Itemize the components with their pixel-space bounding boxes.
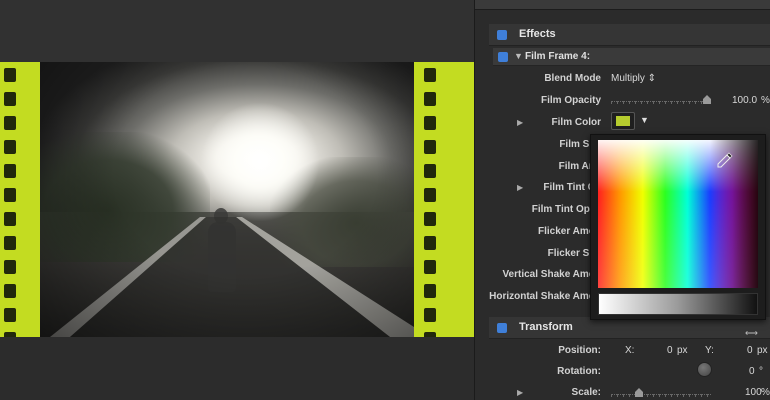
color-picker-popup[interactable] <box>590 134 766 320</box>
film-strip-right <box>414 62 474 337</box>
film-opacity-slider[interactable] <box>611 94 711 104</box>
eyedropper-icon[interactable] <box>716 151 734 169</box>
film-strip-hole <box>424 116 436 130</box>
transform-checkbox-icon[interactable] <box>497 323 507 333</box>
film-opacity-value[interactable]: 100.0 <box>732 95 757 106</box>
video-viewer[interactable] <box>0 0 474 400</box>
color-dropdown-arrow-icon[interactable]: ▼ <box>640 115 649 125</box>
film-opacity-label: Film Opacity <box>540 95 601 106</box>
film-frame-checkbox-icon[interactable] <box>498 52 508 62</box>
blend-mode-select[interactable]: Multiply ⇕ <box>611 73 656 84</box>
position-y-label: Y: <box>705 345 714 356</box>
scale-label: Scale: <box>571 387 601 398</box>
flicker-speed-label: Flicker Spe <box>547 248 601 259</box>
film-strip-hole <box>424 212 436 226</box>
film-strip-hole <box>424 140 436 154</box>
effects-checkbox-icon[interactable] <box>497 30 507 40</box>
position-label: Position: <box>558 345 601 356</box>
film-tint-opacity-label: Film Tint Opac <box>531 204 601 215</box>
blend-mode-label: Blend Mode <box>544 73 601 84</box>
video-frame[interactable] <box>0 62 474 337</box>
disclosure-triangle-icon[interactable]: ▼ <box>514 51 523 61</box>
film-speed-label: Film Spe <box>559 139 601 150</box>
film-strip-hole <box>4 188 16 202</box>
film-strip-hole <box>4 212 16 226</box>
film-strip-left <box>0 62 40 337</box>
vertical-shake-amount-label: Vertical Shake Amou <box>502 269 601 280</box>
position-x-value[interactable]: 0 <box>667 345 673 356</box>
scale-slider[interactable] <box>611 387 711 397</box>
rotation-unit: ° <box>759 366 763 377</box>
film-strip-hole <box>424 92 436 106</box>
film-opacity-unit: % <box>761 95 770 106</box>
film-angle-label: Film Ang <box>558 161 601 172</box>
video-image <box>40 62 414 337</box>
film-strip-hole <box>4 92 16 106</box>
film-strip-hole <box>4 308 16 322</box>
film-strip-hole <box>4 164 16 178</box>
inspector-header-strip <box>475 0 770 10</box>
film-strip-hole <box>424 236 436 250</box>
grayscale-bar[interactable] <box>598 293 758 315</box>
film-strip-hole <box>424 284 436 298</box>
transform-resize-icon[interactable]: ⟷ <box>745 328 758 339</box>
film-strip-hole <box>424 260 436 274</box>
flicker-amount-label: Flicker Amou <box>538 226 601 237</box>
scale-unit: % <box>761 387 770 398</box>
film-color-well[interactable] <box>611 112 635 130</box>
film-strip-hole <box>424 68 436 82</box>
vignette <box>40 62 414 337</box>
viewer-bottom-area <box>0 337 474 400</box>
film-color-label: Film Color <box>551 117 601 128</box>
film-tint-color-label: Film Tint Co <box>543 182 601 193</box>
scale-value[interactable]: 100 <box>745 387 762 398</box>
effects-title: Effects <box>519 28 556 40</box>
film-strip-hole <box>4 68 16 82</box>
horizontal-shake-amount-label: Horizontal Shake Amou <box>489 291 601 302</box>
position-x-unit: px <box>677 345 688 356</box>
film-strip-hole <box>424 164 436 178</box>
film-strip-hole <box>4 116 16 130</box>
film-strip-hole <box>424 188 436 202</box>
transform-title: Transform <box>519 321 573 333</box>
film-strip-hole <box>4 140 16 154</box>
position-y-value[interactable]: 0 <box>747 345 753 356</box>
position-y-unit: px <box>757 345 768 356</box>
rotation-value[interactable]: 0 <box>749 366 755 377</box>
position-x-label: X: <box>625 345 635 356</box>
film-color-swatch <box>616 116 630 126</box>
film-strip-hole <box>424 308 436 322</box>
rotation-label: Rotation: <box>557 366 601 377</box>
effects-section-header[interactable]: Effects <box>489 24 770 46</box>
rotation-dial[interactable] <box>697 362 712 377</box>
film-frame-title: Film Frame 4: <box>525 51 591 62</box>
film-frame-header[interactable]: ▼ Film Frame 4: <box>493 48 770 66</box>
film-strip-hole <box>4 236 16 250</box>
color-spectrum-shade <box>598 140 758 288</box>
transform-section-header[interactable]: Transform <box>489 317 770 339</box>
film-strip-hole <box>4 260 16 274</box>
film-strip-hole <box>4 284 16 298</box>
viewer-top-area <box>0 0 474 62</box>
